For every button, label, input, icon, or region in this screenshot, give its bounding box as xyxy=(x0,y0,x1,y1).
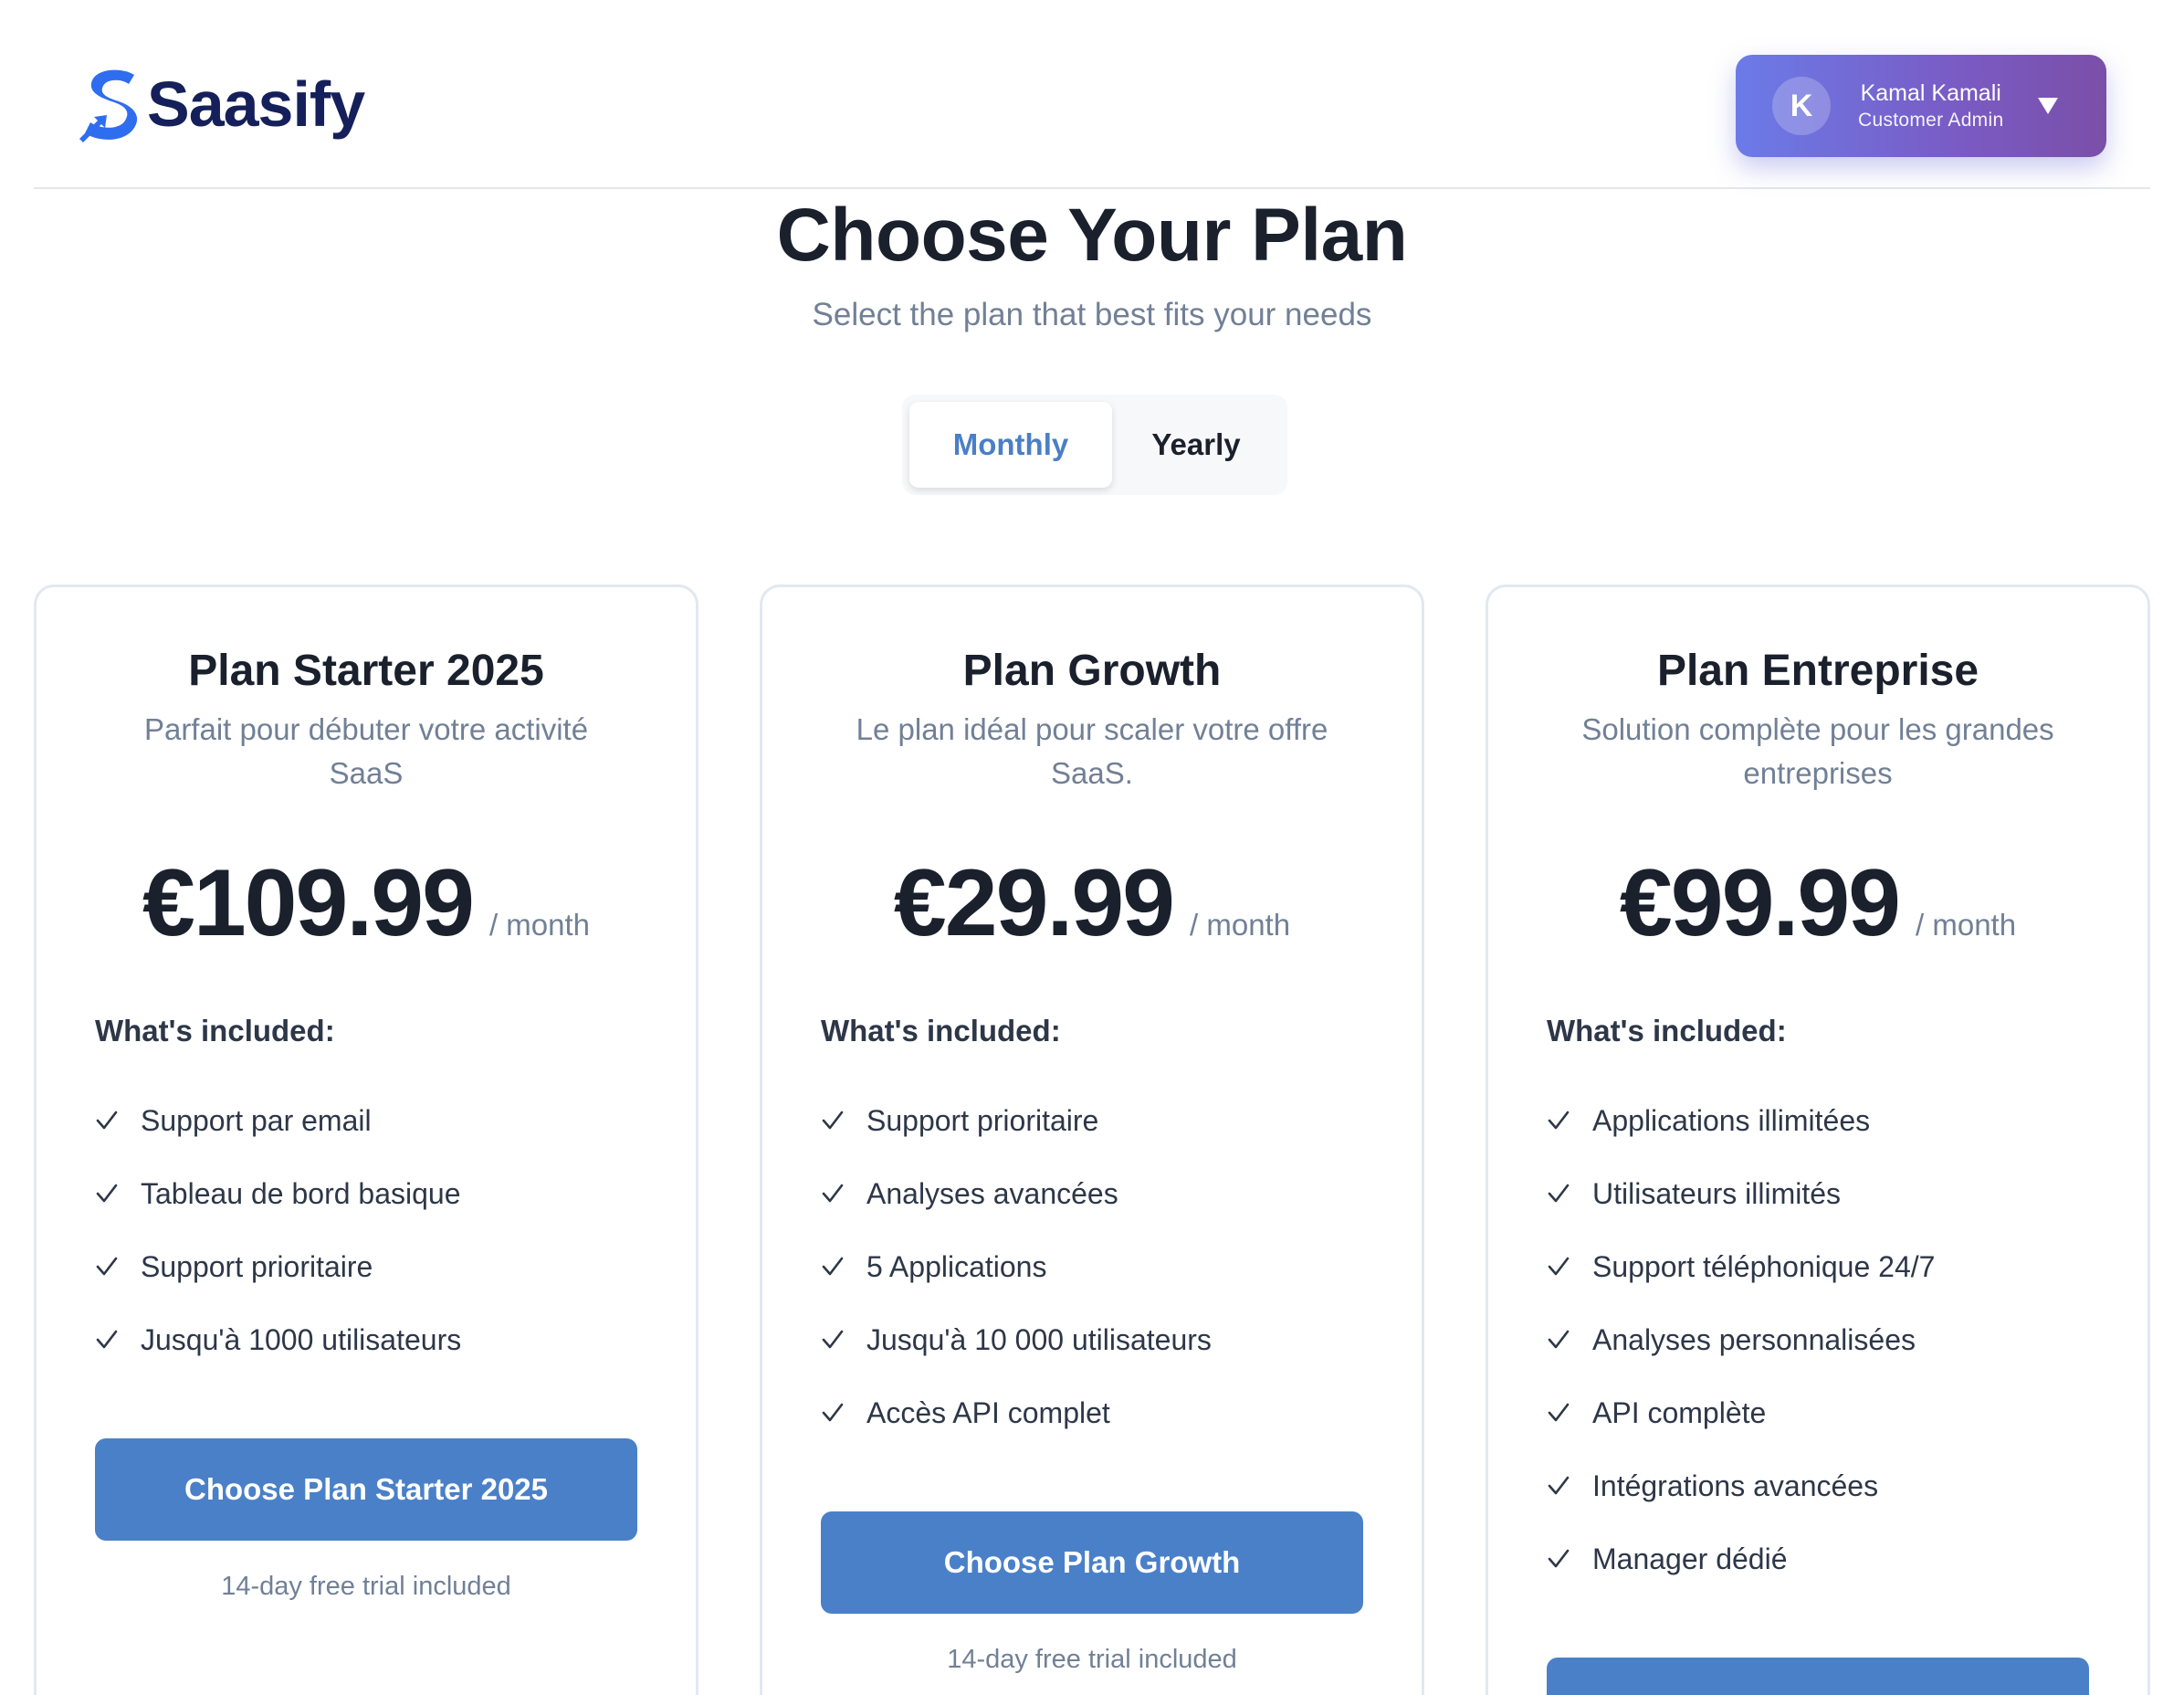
price-row: €29.99 / month xyxy=(821,848,1363,958)
feature-label: Applications illimitées xyxy=(1592,1103,1871,1137)
user-name: Kamal Kamali xyxy=(1860,80,2001,106)
feature-label: Accès API complet xyxy=(866,1395,1110,1429)
pricing-page: Saasify K Kamal Kamali Customer Admin Ch… xyxy=(0,0,2184,1695)
feature-item: API complète xyxy=(1547,1376,2089,1449)
feature-list: Support par email Tableau de bord basiqu… xyxy=(95,1084,637,1376)
feature-label: API complète xyxy=(1592,1395,1767,1429)
included-heading: What's included: xyxy=(95,1014,335,1048)
plan-title: Plan Growth xyxy=(962,647,1222,695)
feature-item: Accès API complet xyxy=(821,1376,1363,1449)
check-icon xyxy=(96,1184,118,1203)
plan-price: €99.99 xyxy=(1619,850,1901,956)
top-header: Saasify K Kamal Kamali Customer Admin xyxy=(34,0,2150,189)
user-info: Kamal Kamali Customer Admin xyxy=(1858,79,2003,133)
feature-label: 5 Applications xyxy=(866,1249,1047,1283)
check-icon xyxy=(1548,1403,1570,1422)
feature-label: Support prioritaire xyxy=(141,1249,373,1283)
price-row: €99.99 / month xyxy=(1547,848,2089,958)
plan-description: Le plan idéal pour scaler votre offre Sa… xyxy=(856,712,1328,790)
feature-label: Tableau de bord basique xyxy=(141,1176,461,1210)
feature-item: Jusqu'à 1000 utilisateurs xyxy=(95,1303,637,1376)
feature-list: Support prioritaire Analyses avancées 5 … xyxy=(821,1084,1363,1449)
check-icon xyxy=(822,1111,844,1130)
feature-label: Support par email xyxy=(141,1103,372,1137)
check-icon xyxy=(1548,1330,1570,1349)
feature-item: Support téléphonique 24/7 xyxy=(1547,1230,2089,1303)
plan-card-growth: Plan Growth Le plan idéal pour scaler vo… xyxy=(760,584,1424,1695)
feature-label: Manager dédié xyxy=(1592,1542,1788,1575)
brand-logo[interactable]: Saasify xyxy=(78,66,365,142)
toggle-yearly[interactable]: Yearly xyxy=(1112,402,1280,488)
feature-item: Tableau de bord basique xyxy=(95,1157,637,1230)
included-heading: What's included: xyxy=(1547,1014,1787,1048)
feature-label: Support téléphonique 24/7 xyxy=(1592,1249,1936,1283)
check-icon xyxy=(822,1330,844,1349)
choose-plan-entreprise-button[interactable] xyxy=(1547,1658,2089,1695)
feature-label: Jusqu'à 1000 utilisateurs xyxy=(141,1322,462,1356)
feature-label: Analyses avancées xyxy=(866,1176,1118,1210)
check-icon xyxy=(96,1330,118,1349)
billing-period-toggle: Monthly Yearly xyxy=(902,395,1287,495)
price-period: / month xyxy=(1916,908,2017,942)
check-icon xyxy=(1548,1184,1570,1203)
plan-title: Plan Starter 2025 xyxy=(188,647,544,695)
plan-price: €109.99 xyxy=(142,850,475,956)
avatar: K xyxy=(1772,77,1831,135)
plan-card-starter: Plan Starter 2025 Parfait pour débuter v… xyxy=(34,584,698,1695)
check-icon xyxy=(1548,1111,1570,1130)
check-icon xyxy=(822,1257,844,1276)
caret-down-icon xyxy=(2038,98,2059,114)
plan-card-entreprise: Plan Entreprise Solution complète pour l… xyxy=(1486,584,2150,1695)
trial-note: 14-day free trial included xyxy=(947,1645,1237,1674)
included-heading: What's included: xyxy=(821,1014,1061,1048)
feature-item: Support prioritaire xyxy=(95,1230,637,1303)
page-subtitle: Select the plan that best fits your need… xyxy=(812,297,1372,332)
feature-item: Intégrations avancées xyxy=(1547,1449,2089,1522)
check-icon xyxy=(822,1403,844,1422)
feature-item: Support prioritaire xyxy=(821,1084,1363,1157)
feature-list: Applications illimitées Utilisateurs ill… xyxy=(1547,1084,2089,1595)
page-title: Choose Your Plan xyxy=(776,194,1408,277)
feature-item: Jusqu'à 10 000 utilisateurs xyxy=(821,1303,1363,1376)
check-icon xyxy=(96,1257,118,1276)
check-icon xyxy=(96,1111,118,1130)
feature-item: Applications illimitées xyxy=(1547,1084,2089,1157)
toggle-monthly[interactable]: Monthly xyxy=(909,402,1112,488)
feature-item: 5 Applications xyxy=(821,1230,1363,1303)
trial-note: 14-day free trial included xyxy=(221,1572,511,1601)
check-icon xyxy=(1548,1549,1570,1568)
choose-plan-growth-button[interactable]: Choose Plan Growth xyxy=(821,1511,1363,1614)
plan-description: Parfait pour débuter votre activité SaaS xyxy=(143,712,589,790)
check-icon xyxy=(1548,1257,1570,1276)
feature-item: Analyses personnalisées xyxy=(1547,1303,2089,1376)
feature-item: Manager dédié xyxy=(1547,1522,2089,1595)
feature-label: Intégrations avancées xyxy=(1592,1469,1879,1502)
user-menu-button[interactable]: K Kamal Kamali Customer Admin xyxy=(1736,55,2106,157)
plan-title: Plan Entreprise xyxy=(1656,647,1979,695)
check-icon xyxy=(822,1184,844,1203)
price-period: / month xyxy=(488,908,590,942)
price-period: / month xyxy=(1190,908,1291,942)
feature-label: Support prioritaire xyxy=(866,1103,1099,1137)
s-arrow-logo-icon xyxy=(79,69,138,142)
feature-label: Utilisateurs illimités xyxy=(1592,1176,1842,1210)
feature-label: Analyses personnalisées xyxy=(1592,1322,1916,1356)
feature-item: Analyses avancées xyxy=(821,1157,1363,1230)
plan-price: €29.99 xyxy=(893,850,1175,956)
brand-name: Saasify xyxy=(147,68,365,140)
user-role: Customer Admin xyxy=(1858,110,2004,131)
check-icon xyxy=(1548,1476,1570,1495)
feature-label: Jusqu'à 10 000 utilisateurs xyxy=(866,1322,1212,1356)
feature-item: Support par email xyxy=(95,1084,637,1157)
choose-plan-starter-button[interactable]: Choose Plan Starter 2025 xyxy=(95,1438,637,1541)
price-row: €109.99 / month xyxy=(95,848,637,958)
feature-item: Utilisateurs illimités xyxy=(1547,1157,2089,1230)
plan-description: Solution complète pour les grandes entre… xyxy=(1581,712,2054,790)
